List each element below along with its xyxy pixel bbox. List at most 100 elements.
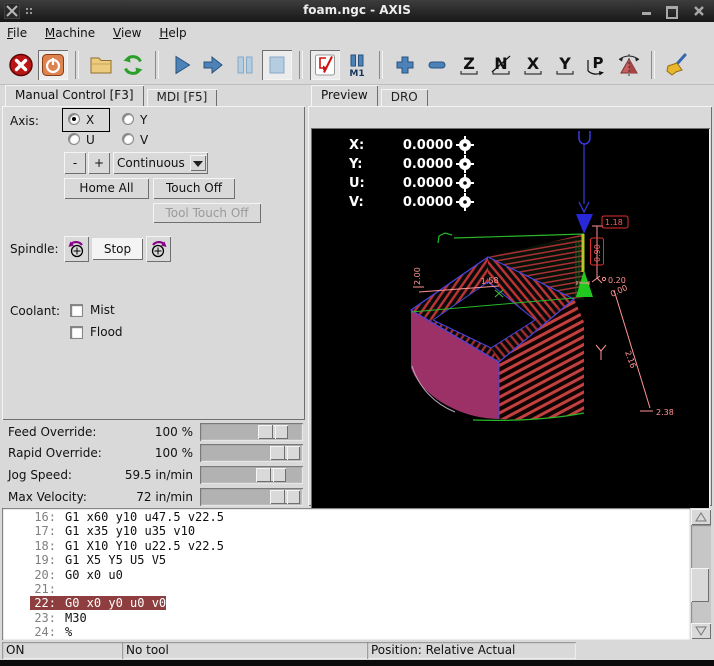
maximize-button[interactable] bbox=[664, 5, 678, 17]
machine-power-button[interactable] bbox=[38, 50, 68, 80]
touch-off-button[interactable]: Touch Off bbox=[153, 178, 235, 199]
toolbar-separator bbox=[651, 51, 655, 79]
feed-override-handle[interactable] bbox=[258, 425, 288, 439]
toolbar-separator bbox=[155, 51, 159, 79]
mist-label[interactable]: Mist bbox=[90, 303, 115, 317]
gcode-listing[interactable]: 16:G1 x60 y10 u47.5 v22.5 17:G1 x35 y10 … bbox=[2, 508, 690, 640]
minimize-button[interactable] bbox=[640, 5, 654, 17]
run-program-button[interactable] bbox=[166, 50, 196, 80]
gcode-scrollbar[interactable] bbox=[690, 508, 712, 640]
jog-mode-combobox[interactable]: Continuous bbox=[113, 152, 208, 174]
tab-preview[interactable]: Preview bbox=[311, 85, 378, 106]
radio-axis-u-label[interactable]: U bbox=[86, 133, 95, 147]
rotate-cone-icon bbox=[616, 52, 642, 78]
radio-axis-x[interactable] bbox=[68, 113, 80, 125]
dro-value-v: 0.0000 bbox=[403, 195, 453, 210]
radio-axis-y[interactable] bbox=[122, 113, 134, 125]
view-z-rotated-button[interactable]: N bbox=[486, 50, 516, 80]
spindle-ccw-button[interactable] bbox=[64, 236, 89, 262]
gcode-line[interactable]: 18:G1 X10 Y10 u22.5 v22.5 bbox=[30, 539, 690, 553]
view-z-rotated-icon: N bbox=[488, 52, 514, 78]
minimize-icon bbox=[642, 12, 651, 15]
estop-button[interactable] bbox=[6, 50, 36, 80]
gcode-line[interactable]: 20:G0 x0 u0 bbox=[30, 568, 690, 582]
machine-power-icon bbox=[40, 52, 66, 78]
rotate-view-button[interactable] bbox=[614, 50, 644, 80]
flood-label[interactable]: Flood bbox=[90, 325, 123, 339]
max-velocity-slider[interactable] bbox=[200, 488, 303, 506]
svg-text:X: X bbox=[527, 54, 540, 73]
jog-speed-handle[interactable] bbox=[256, 468, 286, 482]
jog-plus-button[interactable]: + bbox=[88, 152, 110, 174]
axis-window: foam.ngc - AXIS File Machine View Help bbox=[0, 0, 714, 666]
spindle-cw-icon bbox=[147, 237, 170, 261]
feed-override-slider[interactable] bbox=[200, 423, 303, 441]
skip-lines-icon bbox=[312, 52, 338, 78]
svg-text:P: P bbox=[593, 54, 604, 72]
rapid-override-handle[interactable] bbox=[270, 446, 300, 460]
stop-button[interactable] bbox=[262, 50, 292, 80]
radio-axis-x-label[interactable]: X bbox=[86, 113, 94, 127]
mist-checkbox[interactable] bbox=[70, 304, 83, 317]
rapid-override-slider[interactable] bbox=[200, 444, 303, 462]
status-machine-state: ON bbox=[2, 642, 123, 659]
manual-control-notebook: Manual Control [F3] MDI [F5] Axis: X Y U… bbox=[2, 86, 305, 420]
pause-button[interactable] bbox=[230, 50, 260, 80]
view-z-icon: Z bbox=[456, 52, 482, 78]
flood-checkbox[interactable] bbox=[70, 326, 83, 339]
home-all-button[interactable]: Home All bbox=[64, 178, 149, 199]
tab-mdi[interactable]: MDI [F5] bbox=[147, 89, 218, 106]
gcode-line[interactable]: 19:G1 X5 Y5 U5 V5 bbox=[30, 553, 690, 567]
step-button[interactable] bbox=[198, 50, 228, 80]
dro-value-y: 0.0000 bbox=[403, 157, 453, 172]
spindle-cw-button[interactable] bbox=[146, 236, 171, 262]
spindle-stop-button[interactable]: Stop bbox=[92, 238, 143, 260]
jog-speed-slider[interactable] bbox=[200, 466, 303, 484]
max-velocity-handle[interactable] bbox=[270, 490, 300, 504]
gcode-line[interactable]: 17:G1 x35 y10 u35 v10 bbox=[30, 524, 690, 538]
scrollbar-thumb[interactable] bbox=[691, 568, 709, 602]
view-y-icon: Y bbox=[552, 52, 578, 78]
radio-axis-v[interactable] bbox=[122, 133, 134, 145]
view-y-button[interactable]: Y bbox=[550, 50, 580, 80]
gcode-line[interactable]: 16:G1 x60 y10 u47.5 v22.5 bbox=[30, 510, 690, 524]
dim-2-38: 2.38 bbox=[656, 408, 674, 417]
scrollbar-up-arrow[interactable] bbox=[691, 509, 711, 525]
dim-1-58: 1.58 bbox=[481, 276, 499, 286]
dro-axis-x: X: bbox=[349, 138, 364, 153]
skip-lines-button[interactable] bbox=[310, 50, 340, 80]
preview-notebook: Preview DRO bbox=[308, 86, 712, 506]
tab-dro[interactable]: DRO bbox=[381, 89, 428, 106]
toolbar-separator bbox=[75, 51, 79, 79]
menu-file[interactable]: File bbox=[0, 22, 34, 43]
zoom-out-button[interactable] bbox=[422, 50, 452, 80]
dro-axis-v: V: bbox=[349, 195, 364, 210]
chevron-down-icon[interactable] bbox=[190, 155, 206, 171]
gcode-line[interactable]: 21: bbox=[30, 582, 690, 596]
radio-axis-u[interactable] bbox=[68, 133, 80, 145]
view-x-button[interactable]: X bbox=[518, 50, 548, 80]
radio-axis-v-label[interactable]: V bbox=[140, 133, 148, 147]
scrollbar-down-arrow[interactable] bbox=[691, 623, 711, 639]
menu-help[interactable]: Help bbox=[152, 22, 193, 43]
zoom-in-button[interactable] bbox=[390, 50, 420, 80]
menu-machine[interactable]: Machine bbox=[38, 22, 102, 43]
close-button[interactable] bbox=[692, 5, 706, 17]
reload-file-button[interactable] bbox=[118, 50, 148, 80]
jog-minus-button[interactable]: - bbox=[64, 152, 86, 174]
tab-manual-control[interactable]: Manual Control [F3] bbox=[5, 85, 144, 106]
view-perspective-button[interactable]: P bbox=[582, 50, 612, 80]
gcode-line-active[interactable]: 22:G0 x0 y0 u0 v0 bbox=[30, 596, 690, 610]
gcode-line[interactable]: 24:% bbox=[30, 625, 690, 639]
optional-pause-button[interactable]: M1 bbox=[342, 50, 372, 80]
preview-canvas[interactable]: X: 0.0000 Y: 0.0000 U: 0.0000 V: 0.0000 bbox=[311, 128, 710, 521]
svg-text:Y: Y bbox=[558, 54, 571, 73]
titlebar[interactable]: foam.ngc - AXIS bbox=[0, 0, 714, 22]
view-z-button[interactable]: Z bbox=[454, 50, 484, 80]
toolbar-separator bbox=[379, 51, 383, 79]
clear-plot-button[interactable] bbox=[662, 50, 692, 80]
open-file-button[interactable] bbox=[86, 50, 116, 80]
menu-view[interactable]: View bbox=[106, 22, 148, 43]
gcode-line[interactable]: 23:M30 bbox=[30, 611, 690, 625]
radio-axis-y-label[interactable]: Y bbox=[140, 113, 147, 127]
